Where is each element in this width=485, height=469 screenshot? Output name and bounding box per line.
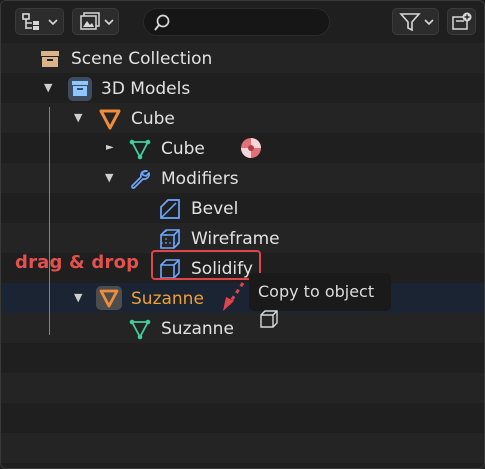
drag-arrow-icon — [223, 282, 245, 311]
drag-cursor-icon — [259, 309, 279, 333]
outliner-panel: Scene Collection ▼ 3D Models ▼ Cube ► Cu… — [0, 0, 485, 469]
